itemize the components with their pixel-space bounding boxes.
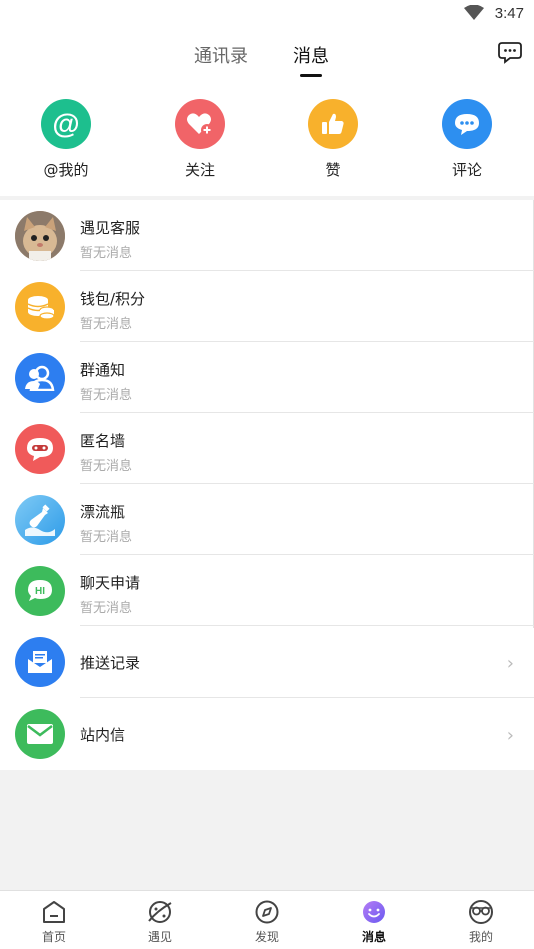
coins-icon xyxy=(15,282,65,332)
list-item-subtitle: 暂无消息 xyxy=(80,388,133,403)
wifi-icon xyxy=(464,5,484,20)
list-item-subtitle: 暂无消息 xyxy=(80,601,133,616)
list-item-subtitle: 暂无消息 xyxy=(80,530,133,545)
quick-action-label: @我的 xyxy=(43,161,89,179)
list-item-title: 聊天申请 xyxy=(80,574,141,592)
tab-label: 遇见 xyxy=(147,930,172,944)
list-item-push-records[interactable]: 推送记录 › xyxy=(0,626,534,698)
tab-discover[interactable]: 发现 xyxy=(237,899,297,945)
at-icon: @ xyxy=(41,99,91,149)
status-bar: 3:47 xyxy=(0,0,534,28)
compass-icon xyxy=(255,900,279,924)
chevron-right-icon: › xyxy=(506,725,514,746)
mask-bubble-icon xyxy=(15,424,65,474)
quick-action-label: 关注 xyxy=(184,161,215,179)
chevron-right-icon: › xyxy=(506,653,514,674)
header: 通讯录 消息 xyxy=(0,28,534,84)
svg-text:HI: HI xyxy=(35,586,45,597)
tab-messages-bottom[interactable]: 消息 xyxy=(344,899,404,945)
tab-mine[interactable]: 我的 xyxy=(451,899,511,945)
quick-action-at-me[interactable]: @ @我的 xyxy=(16,99,116,180)
hi-bubble-icon: HI xyxy=(15,566,65,616)
quick-action-likes[interactable]: 赞 xyxy=(283,99,383,180)
list-item-subtitle: 暂无消息 xyxy=(80,317,133,332)
envelope-icon xyxy=(15,709,65,759)
quick-action-follow[interactable]: 关注 xyxy=(150,99,250,180)
list-item-title: 站内信 xyxy=(80,726,126,744)
cat-avatar xyxy=(15,211,65,261)
list-item-title: 遇见客服 xyxy=(80,219,141,237)
list-item-subtitle: 暂无消息 xyxy=(80,459,133,474)
active-tab-indicator xyxy=(300,74,322,77)
tab-home[interactable]: 首页 xyxy=(24,899,84,945)
list-item-title: 漂流瓶 xyxy=(80,503,126,521)
quick-actions: @ @我的 关注 赞 评论 xyxy=(0,84,534,196)
tab-label: 消息 xyxy=(361,930,386,944)
quick-action-label: 评论 xyxy=(451,161,482,179)
list-item-title: 钱包/积分 xyxy=(80,290,146,308)
thumbs-up-icon xyxy=(308,99,358,149)
push-mail-icon xyxy=(15,637,65,687)
tab-label: 我的 xyxy=(468,930,493,944)
tab-label: 发现 xyxy=(254,930,279,944)
list-item-wallet[interactable]: 钱包/积分 暂无消息 xyxy=(0,271,534,342)
list-item-chat-request[interactable]: HI 聊天申请 暂无消息 xyxy=(0,555,534,626)
list-item-customer-service[interactable]: 遇见客服 暂无消息 xyxy=(0,200,534,271)
status-time: 3:47 xyxy=(494,5,524,22)
list-item-group-notice[interactable]: 群通知 暂无消息 xyxy=(0,342,534,413)
bottle-icon xyxy=(15,495,65,545)
list-item-site-mail[interactable]: 站内信 › xyxy=(0,698,534,770)
list-item-title: 群通知 xyxy=(80,361,126,379)
smile-icon xyxy=(363,901,385,923)
tab-messages[interactable]: 消息 xyxy=(293,42,329,68)
heart-plus-icon xyxy=(175,99,225,149)
list-item-drift-bottle[interactable]: 漂流瓶 暂无消息 xyxy=(0,484,534,555)
tab-contacts[interactable]: 通讯录 xyxy=(194,42,248,68)
list-item-anonymous-wall[interactable]: 匿名墙 暂无消息 xyxy=(0,413,534,484)
comment-icon xyxy=(442,99,492,149)
chat-bubbles-icon[interactable] xyxy=(498,40,524,66)
list-item-title: 推送记录 xyxy=(80,654,141,672)
planet-icon xyxy=(148,901,172,923)
message-list: 遇见客服 暂无消息 钱包/积分 暂无消息 群通知 暂无消息 匿名墙 暂无消息 漂… xyxy=(0,200,534,770)
glasses-face-icon xyxy=(469,900,493,924)
tab-label: 首页 xyxy=(41,930,66,944)
group-icon xyxy=(15,353,65,403)
list-item-title: 匿名墙 xyxy=(80,432,126,450)
home-icon xyxy=(43,901,65,923)
bottom-tab-bar: 首页 遇见 发现 消息 我的 xyxy=(0,890,534,949)
quick-action-comments[interactable]: 评论 xyxy=(417,99,517,180)
quick-action-label: 赞 xyxy=(325,161,341,179)
tab-meet[interactable]: 遇见 xyxy=(130,899,190,945)
list-item-subtitle: 暂无消息 xyxy=(80,246,133,261)
